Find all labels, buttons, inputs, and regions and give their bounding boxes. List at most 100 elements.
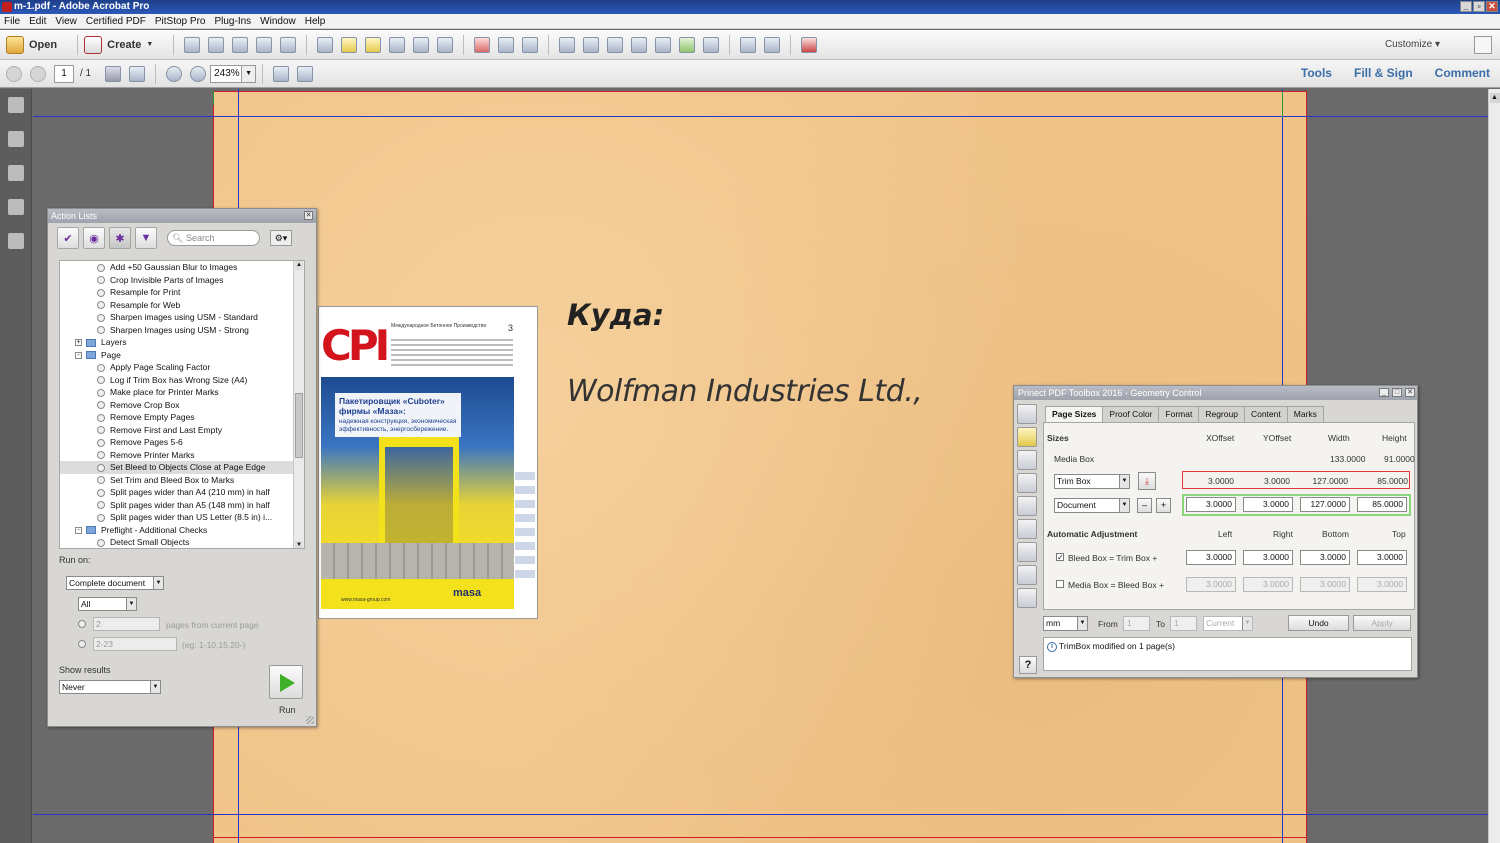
collapse-icon[interactable]: - [75,351,82,359]
expand-icon[interactable] [1474,36,1492,54]
settings-gear-icon[interactable]: ✱ [109,227,131,249]
document-search-icon[interactable] [413,36,430,53]
run-button[interactable] [269,665,303,699]
menu-window[interactable]: Window [260,16,296,27]
save-icon[interactable] [184,36,201,53]
bleed-top-input[interactable]: 3.0000 [1357,550,1407,565]
recent-icon[interactable]: ◉ [83,227,105,249]
tab-page-sizes[interactable]: Page Sizes [1045,406,1104,422]
plus-icon[interactable]: + [1156,498,1171,513]
restore-button[interactable]: ▫ [1473,1,1485,12]
fit-page-icon[interactable] [273,65,290,82]
tree-item[interactable]: Resample for Print [60,286,304,299]
checkmark-icon[interactable]: ✔ [57,227,79,249]
globe-tool-icon[interactable] [1017,542,1037,562]
customize-menu[interactable]: Customize ▾ [1385,39,1440,50]
tree-item[interactable]: Remove Crop Box [60,399,304,412]
tree-item[interactable]: Remove First and Last Empty [60,424,304,437]
page-scope-select[interactable]: Current ▼ [1203,616,1253,631]
previous-page-icon[interactable] [6,65,22,82]
maximize-icon[interactable]: □ [1392,388,1402,397]
settings-gear-icon[interactable] [317,36,334,53]
hand-tool-icon[interactable] [129,65,146,82]
tree-item[interactable]: Resample for Web [60,299,304,312]
panel-title-bar[interactable]: Prinect PDF Toolbox 2016 - Geometry Cont… [1014,386,1417,400]
email-icon[interactable] [280,36,297,53]
tree-item[interactable]: Set Trim and Bleed Box to Marks [60,474,304,487]
windows-tool-icon[interactable] [1017,565,1037,585]
geometry-tool-icon[interactable] [1017,404,1037,424]
cloud-upload-icon[interactable] [208,36,225,53]
edit-icon[interactable] [256,36,273,53]
scroll-up-icon[interactable]: ▲ [295,261,303,270]
options-gear-icon[interactable]: ⚙▾ [270,230,292,246]
tree-item[interactable]: Apply Page Scaling Factor [60,361,304,374]
pages-select[interactable]: All ▼ [78,597,137,611]
bleed-bottom-input[interactable]: 3.0000 [1300,550,1350,565]
from-input[interactable]: 1 [1123,616,1150,631]
tree-scrollbar[interactable]: ▲ ▼ [293,261,304,548]
media-bottom-input[interactable]: 3.0000 [1300,577,1350,592]
cursor-icon[interactable] [764,36,781,53]
tree-item[interactable]: Sharpen images using USM - Standard [60,311,304,324]
bleed-left-input[interactable]: 3.0000 [1186,550,1236,565]
color-tool-icon[interactable] [1017,473,1037,493]
tree-item[interactable]: Remove Pages 5-6 [60,436,304,449]
resize-grip-icon[interactable] [306,716,314,724]
tools-pane-link[interactable]: Tools [1301,66,1332,80]
tab-marks[interactable]: Marks [1286,406,1324,422]
page-thumbnails-icon[interactable] [7,97,24,113]
zoom-input[interactable]: 243% [210,64,243,83]
bleed-box-checkbox[interactable]: ✓ [1056,553,1064,562]
filter-icon[interactable]: ▼ [135,227,157,249]
tab-content[interactable]: Content [1243,406,1288,422]
tab-regroup[interactable]: Regroup [1198,406,1245,422]
show-results-select[interactable]: Never ▼ [59,680,161,694]
action-list-tree[interactable]: Add +50 Gaussian Blur to Images Crop Invi… [59,260,305,549]
tree-item[interactable]: Detect Small Objects [60,536,304,548]
signatures-icon[interactable] [7,233,24,249]
apply-button[interactable]: Apply [1353,615,1411,631]
menu-help[interactable]: Help [305,16,326,27]
menu-certified-pdf[interactable]: Certified PDF [86,16,146,27]
zoom-in-icon[interactable] [190,65,207,82]
menu-file[interactable]: File [4,16,20,27]
menu-pitstop-pro[interactable]: PitStop Pro [155,16,206,27]
page-range-input[interactable]: 2-23 [93,637,177,651]
tab-format[interactable]: Format [1158,406,1200,422]
highlight-icon[interactable] [365,36,382,53]
media-left-input[interactable]: 3.0000 [1186,577,1236,592]
scroll-thumb[interactable] [295,393,303,458]
print-icon[interactable] [232,36,249,53]
tree-item[interactable]: Split pages wider than A5 (148 mm) in ha… [60,499,304,512]
select-objects-icon[interactable] [583,36,600,53]
menu-plug-ins[interactable]: Plug-Ins [214,16,251,27]
tab-proof-color[interactable]: Proof Color [1102,406,1160,422]
pages-count-input[interactable]: 2 [93,617,160,631]
tree-folder[interactable]: - Preflight - Additional Checks [60,524,304,537]
page-range-radio[interactable] [78,640,86,648]
tree-item[interactable]: Remove Printer Marks [60,449,304,462]
document-export-icon[interactable] [437,36,454,53]
tree-item[interactable]: Crop Invisible Parts of Images [60,274,304,287]
select-tool-icon[interactable] [105,65,122,82]
bookmarks-icon[interactable] [7,131,24,147]
doc-height-input[interactable]: 85.0000 [1357,497,1407,512]
media-right-input[interactable]: 3.0000 [1243,577,1293,592]
inspect-tool-icon[interactable] [1017,588,1037,608]
tree-item[interactable]: Remove Empty Pages [60,411,304,424]
transform-icon[interactable] [703,36,720,53]
undo-button[interactable]: Undo [1288,615,1349,631]
close-icon[interactable]: ✕ [1405,388,1415,397]
full-screen-icon[interactable] [297,65,314,82]
box-type-select[interactable]: Trim Box ▼ [1054,474,1130,489]
crop-icon[interactable] [740,36,757,53]
attachments-icon[interactable] [7,165,24,181]
minimize-button[interactable]: _ [1460,1,1472,12]
close-icon[interactable]: ✕ [304,211,313,220]
resize-icon[interactable] [655,36,672,53]
document-icon[interactable] [389,36,406,53]
tree-item[interactable]: Log if Trim Box has Wrong Size (A4) [60,374,304,387]
scroll-up-icon[interactable]: ▲ [1489,93,1500,103]
comment-bubble-icon[interactable] [341,36,358,53]
